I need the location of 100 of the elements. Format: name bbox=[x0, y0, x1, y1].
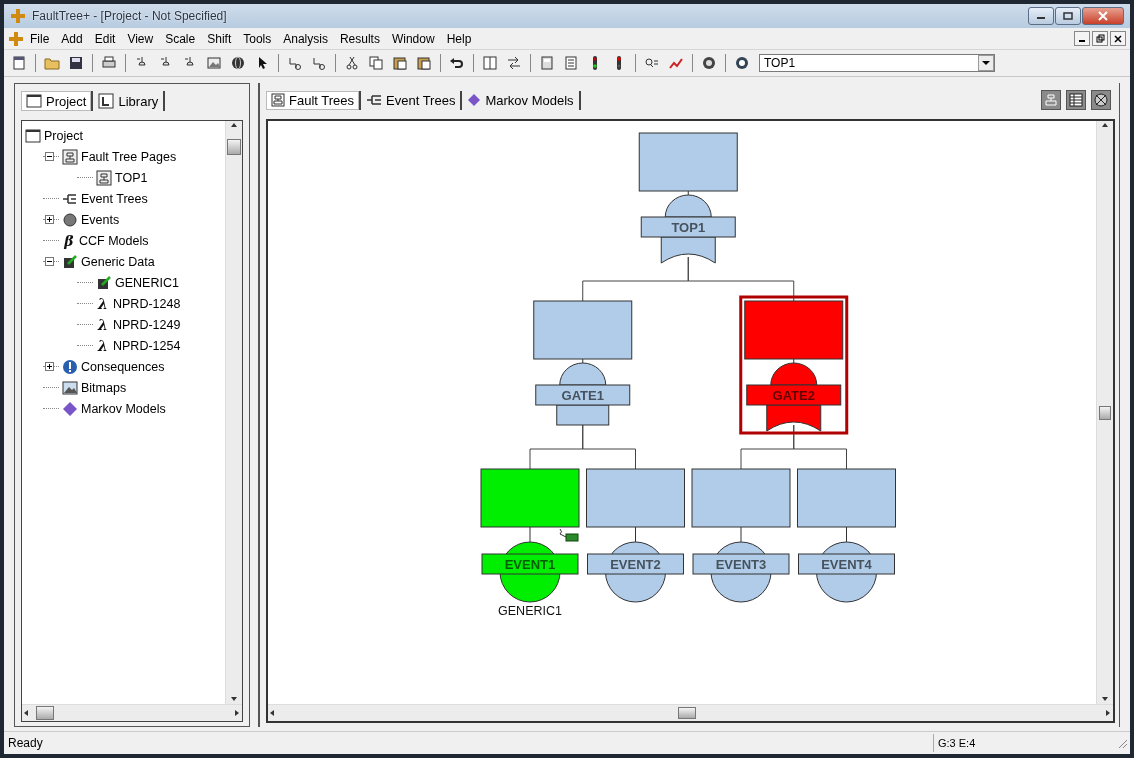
branch-icon bbox=[311, 55, 327, 71]
diamond-icon bbox=[62, 400, 78, 417]
menu-item[interactable]: Help bbox=[440, 29, 478, 48]
status-message: Ready bbox=[7, 736, 44, 750]
calculator-icon bbox=[539, 55, 555, 71]
close-icon bbox=[1114, 34, 1122, 43]
fault-tree-page-icon bbox=[96, 169, 112, 186]
tree-item[interactable]: GENERIC1 bbox=[115, 275, 179, 290]
event-label: EVENT1 bbox=[481, 553, 579, 575]
scrollbar-thumb[interactable] bbox=[1099, 406, 1111, 420]
window-icon bbox=[25, 127, 41, 144]
menu-item[interactable]: Edit bbox=[88, 29, 122, 48]
swap-arrows-icon bbox=[506, 55, 522, 71]
restore-button[interactable] bbox=[1092, 31, 1108, 46]
panel-tab[interactable]: Project bbox=[21, 91, 94, 111]
window-title: FaultTree+ - [Project - Not Specified] bbox=[32, 9, 227, 23]
expand-icon[interactable] bbox=[45, 215, 54, 224]
undo-icon bbox=[449, 55, 465, 71]
view-tab[interactable]: Fault Trees bbox=[266, 90, 362, 110]
connector-line bbox=[582, 424, 636, 470]
scrollbar-thumb[interactable] bbox=[36, 706, 54, 720]
gate-label: GATE1 bbox=[535, 384, 631, 406]
library-icon bbox=[98, 93, 115, 109]
gate-label: GATE2 bbox=[746, 384, 842, 406]
minimize-button[interactable] bbox=[1028, 7, 1054, 25]
event-label: EVENT4 bbox=[798, 553, 895, 575]
branch-icon bbox=[287, 55, 303, 71]
menu-item[interactable]: Results bbox=[333, 29, 386, 48]
clipboard-icon bbox=[416, 55, 432, 71]
image-icon bbox=[62, 379, 78, 396]
app-icon bbox=[10, 8, 26, 24]
app-icon bbox=[8, 30, 24, 47]
collapse-icon[interactable] bbox=[45, 152, 54, 161]
book-icon bbox=[482, 55, 498, 71]
tree-item[interactable]: Event Trees bbox=[81, 191, 148, 206]
event-label: EVENT2 bbox=[587, 553, 684, 575]
expand-icon[interactable] bbox=[45, 362, 54, 371]
greek-symbol: λ bbox=[96, 338, 109, 353]
maximize-button[interactable] bbox=[1055, 7, 1081, 25]
tree-item[interactable]: Fault Tree Pages bbox=[81, 149, 177, 164]
data-link-icon bbox=[559, 528, 579, 542]
or-gate-symbol bbox=[660, 194, 716, 264]
tree-item[interactable]: Generic Data bbox=[81, 254, 155, 269]
scrollbar-thumb[interactable] bbox=[678, 707, 696, 719]
tree-item[interactable]: CCF Models bbox=[79, 233, 149, 248]
tree-item[interactable]: Consequences bbox=[81, 359, 165, 374]
document-icon bbox=[11, 55, 27, 71]
tree-item[interactable]: Bitmaps bbox=[81, 380, 127, 395]
scrollbar-thumb[interactable] bbox=[227, 139, 241, 155]
greek-symbol: β bbox=[63, 233, 75, 248]
and-gate-symbol bbox=[556, 362, 610, 426]
diamond-icon bbox=[467, 93, 482, 107]
clipboard-icon bbox=[392, 55, 408, 71]
notepad-pencil-icon bbox=[96, 274, 112, 291]
menu-item[interactable]: Shift bbox=[201, 29, 238, 48]
printer-icon bbox=[101, 55, 117, 71]
fault-tree-page-icon bbox=[271, 93, 285, 107]
caret-icon bbox=[982, 60, 990, 66]
menu-item[interactable]: Window bbox=[385, 29, 441, 48]
tree-item[interactable]: NPRD-1254 bbox=[113, 338, 181, 353]
vertical-scrollbar[interactable] bbox=[225, 121, 242, 704]
menu-item[interactable]: Analysis bbox=[277, 29, 334, 48]
folder-icon bbox=[44, 55, 60, 71]
gate-label: TOP1 bbox=[640, 216, 736, 238]
tree-item[interactable]: NPRD-1248 bbox=[113, 296, 181, 311]
page-select[interactable]: TOP1 bbox=[759, 54, 995, 72]
tree-item[interactable]: Markov Models bbox=[81, 401, 166, 416]
menu-item[interactable]: View bbox=[121, 29, 160, 48]
tree-view-button[interactable] bbox=[1041, 90, 1061, 110]
picture-frame-icon bbox=[206, 55, 222, 71]
restore-icon bbox=[1095, 34, 1105, 43]
menu-item[interactable]: Add bbox=[55, 29, 89, 48]
fault-tree-page-icon bbox=[62, 148, 78, 165]
or-gate-symbol bbox=[766, 362, 822, 432]
tree-item[interactable]: TOP1 bbox=[115, 170, 148, 185]
menu-item[interactable]: File bbox=[24, 29, 56, 48]
notepad-pencil-icon bbox=[62, 253, 78, 270]
minimize-button[interactable] bbox=[1074, 31, 1090, 46]
collapse-icon[interactable] bbox=[45, 257, 54, 266]
close-button[interactable] bbox=[1110, 31, 1126, 46]
resize-grip-icon[interactable] bbox=[1116, 737, 1128, 749]
event-tree-icon bbox=[366, 93, 383, 107]
window-icon bbox=[26, 93, 42, 109]
greek-symbol: λ bbox=[96, 296, 109, 311]
tree-item[interactable]: Events bbox=[81, 212, 120, 227]
data-link-label: GENERIC1 bbox=[498, 604, 562, 618]
dropdown-button[interactable] bbox=[978, 55, 994, 71]
scissors-icon bbox=[344, 55, 360, 71]
menu-item[interactable]: Tools bbox=[237, 29, 278, 48]
horizontal-scrollbar[interactable] bbox=[268, 704, 1113, 721]
event-label: EVENT3 bbox=[692, 553, 790, 575]
tree-item[interactable]: NPRD-1249 bbox=[113, 317, 181, 332]
menu-item[interactable]: Scale bbox=[159, 29, 202, 48]
status-counts: G:3 E:4 bbox=[933, 734, 1116, 752]
vertical-scrollbar[interactable] bbox=[1096, 121, 1113, 704]
tree-item[interactable]: Project bbox=[44, 128, 83, 143]
wheel-view-button[interactable] bbox=[1091, 90, 1111, 110]
maximize-icon bbox=[1063, 12, 1073, 20]
horizontal-scrollbar[interactable] bbox=[22, 704, 242, 721]
table-view-button[interactable] bbox=[1066, 90, 1086, 110]
